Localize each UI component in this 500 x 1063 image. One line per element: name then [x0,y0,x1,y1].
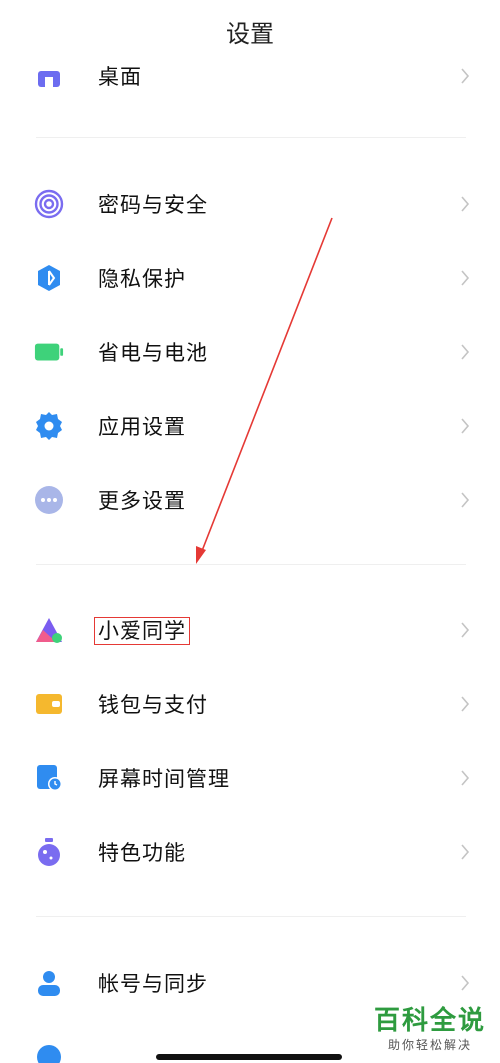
watermark-logo: 百科全说 助你轻松解决 [374,1006,486,1053]
watermark-title: 百科全说 [373,1006,486,1036]
title-bar: 设置 [0,0,500,62]
page-title: 设置 [226,19,274,48]
watermark-subtitle: 助你轻松解决 [387,1038,472,1052]
annotation-arrow [196,217,333,564]
